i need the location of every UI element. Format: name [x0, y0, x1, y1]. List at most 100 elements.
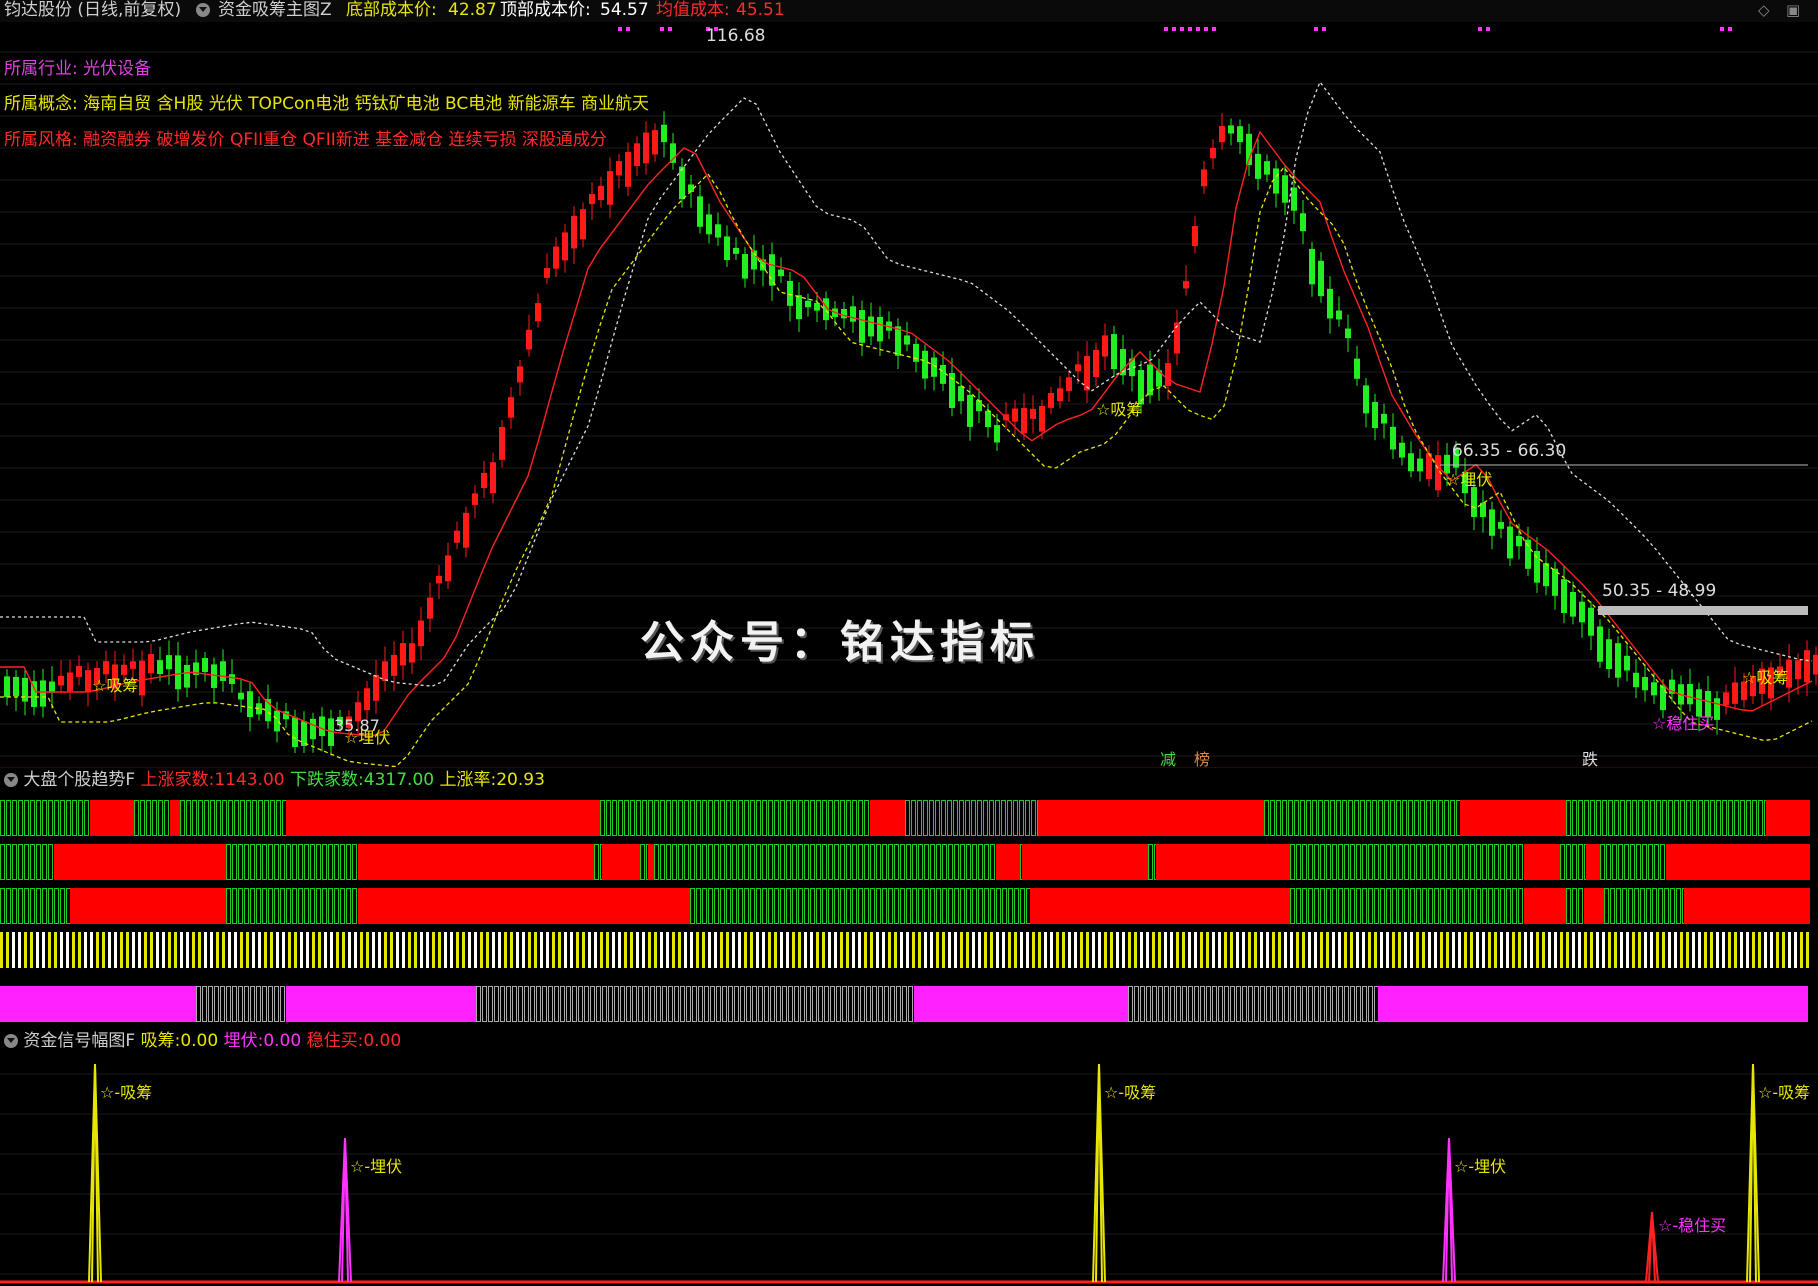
trend-cell — [1422, 844, 1427, 880]
trend-cell — [1152, 986, 1157, 1022]
candle-body — [769, 254, 775, 286]
trend-cell — [1296, 986, 1301, 1022]
trend-cell — [1266, 986, 1271, 1022]
trend-cell — [722, 986, 727, 1022]
breadth-stripe — [1566, 932, 1569, 968]
trend-cell — [476, 986, 481, 1022]
breadth-stripe — [696, 932, 699, 968]
candle-body — [922, 350, 928, 379]
breadth-stripe — [960, 932, 963, 968]
candle-body — [1660, 685, 1666, 711]
trend-block — [70, 888, 226, 924]
trend-cell — [226, 888, 231, 924]
trend-cell — [276, 800, 281, 836]
absorb-value: 0.00 — [180, 1031, 219, 1051]
window-restore-icon[interactable]: ▣ — [1786, 0, 1800, 20]
trend-cell — [146, 800, 151, 836]
trend-cell — [984, 888, 989, 924]
trend-cell — [488, 986, 493, 1022]
trend-cell — [996, 888, 1001, 924]
signal-panel-name[interactable]: 资金信号幅图F — [23, 1031, 135, 1051]
trend-panel-name[interactable]: 大盘个股趋势F — [23, 770, 135, 790]
diamond-icon[interactable]: ◇ — [1758, 0, 1770, 20]
trend-cell — [822, 800, 827, 836]
trend-cell — [1146, 986, 1151, 1022]
breadth-stripe — [1620, 932, 1623, 968]
trend-cell — [810, 800, 815, 836]
trend-cell — [780, 888, 785, 924]
breadth-stripe — [30, 932, 33, 968]
trend-cell — [1336, 800, 1341, 836]
candle-body — [904, 335, 910, 345]
indicator-name[interactable]: 资金吸筹主图Z — [218, 0, 332, 20]
trend-cell — [152, 800, 157, 836]
candle-body — [1795, 660, 1801, 680]
indicator-dropdown-icon[interactable] — [196, 3, 210, 17]
trend-cell — [612, 800, 617, 836]
trend-cell — [566, 986, 571, 1022]
trend-cell — [692, 986, 697, 1022]
trend-cell — [632, 986, 637, 1022]
trend-cell — [180, 800, 185, 836]
trend-block — [54, 844, 226, 880]
trend-cell — [494, 986, 499, 1022]
trend-cell — [1618, 844, 1623, 880]
candle-body — [481, 472, 487, 489]
trend-cell — [810, 888, 815, 924]
candle-body — [184, 664, 190, 688]
trend-cell — [24, 888, 29, 924]
trend-cell — [1638, 800, 1643, 836]
stock-title[interactable]: 钧达股份 (日线,前复权) — [4, 0, 181, 20]
candle-body — [580, 209, 586, 240]
trend-cell — [1013, 800, 1018, 836]
trend-cell — [684, 844, 689, 880]
candle-body — [1714, 698, 1720, 720]
trend-cell — [1458, 888, 1463, 924]
trend-cell — [1384, 800, 1389, 836]
range-label-1: 66.35 - 66.30 — [1452, 441, 1567, 461]
trend-cell — [1674, 800, 1679, 836]
breadth-stripe — [1284, 932, 1287, 968]
trend-cell — [810, 844, 815, 880]
trend-cell — [1270, 800, 1275, 836]
breadth-stripe — [678, 932, 681, 968]
trend-cell — [1572, 844, 1577, 880]
up-count-value: 1143.00 — [214, 770, 285, 790]
trend-cell — [708, 844, 713, 880]
trend-cell — [258, 800, 263, 836]
trend-cell — [662, 986, 667, 1022]
trend-strips[interactable] — [0, 796, 1818, 1030]
trend-cell — [304, 888, 309, 924]
candle-body — [76, 665, 82, 678]
breadth-stripe — [1476, 932, 1479, 968]
trend-block — [1684, 888, 1810, 924]
trend-cell — [1194, 986, 1199, 1022]
trend-cell — [1590, 800, 1595, 836]
breadth-stripe — [402, 932, 405, 968]
signal-amplitude-chart[interactable] — [0, 1054, 1818, 1286]
trend-cell — [6, 800, 11, 836]
trend-cell — [668, 986, 673, 1022]
trend-panel-dropdown-icon[interactable] — [4, 773, 18, 787]
candle-body — [166, 655, 172, 670]
trend-cell — [1518, 844, 1523, 880]
trend-cell — [1140, 986, 1145, 1022]
candle-body — [1813, 654, 1818, 675]
steady-value: 0.00 — [363, 1031, 402, 1051]
trend-cell — [626, 986, 631, 1022]
trend-cell — [630, 800, 635, 836]
trend-cell — [1290, 986, 1295, 1022]
candle-body — [958, 386, 964, 402]
industry-label: 所属行业: — [4, 59, 78, 79]
breadth-stripe — [1230, 932, 1233, 968]
trend-cell — [1392, 888, 1397, 924]
breadth-stripe — [792, 932, 795, 968]
trend-cell — [624, 800, 629, 836]
trend-cell — [1314, 844, 1319, 880]
trend-cell — [596, 986, 601, 1022]
trend-cell — [1710, 800, 1715, 836]
signal-panel-dropdown-icon[interactable] — [4, 1034, 18, 1048]
breadth-stripe — [1362, 932, 1365, 968]
trend-cell — [1294, 800, 1299, 836]
trend-cell — [1362, 986, 1367, 1022]
